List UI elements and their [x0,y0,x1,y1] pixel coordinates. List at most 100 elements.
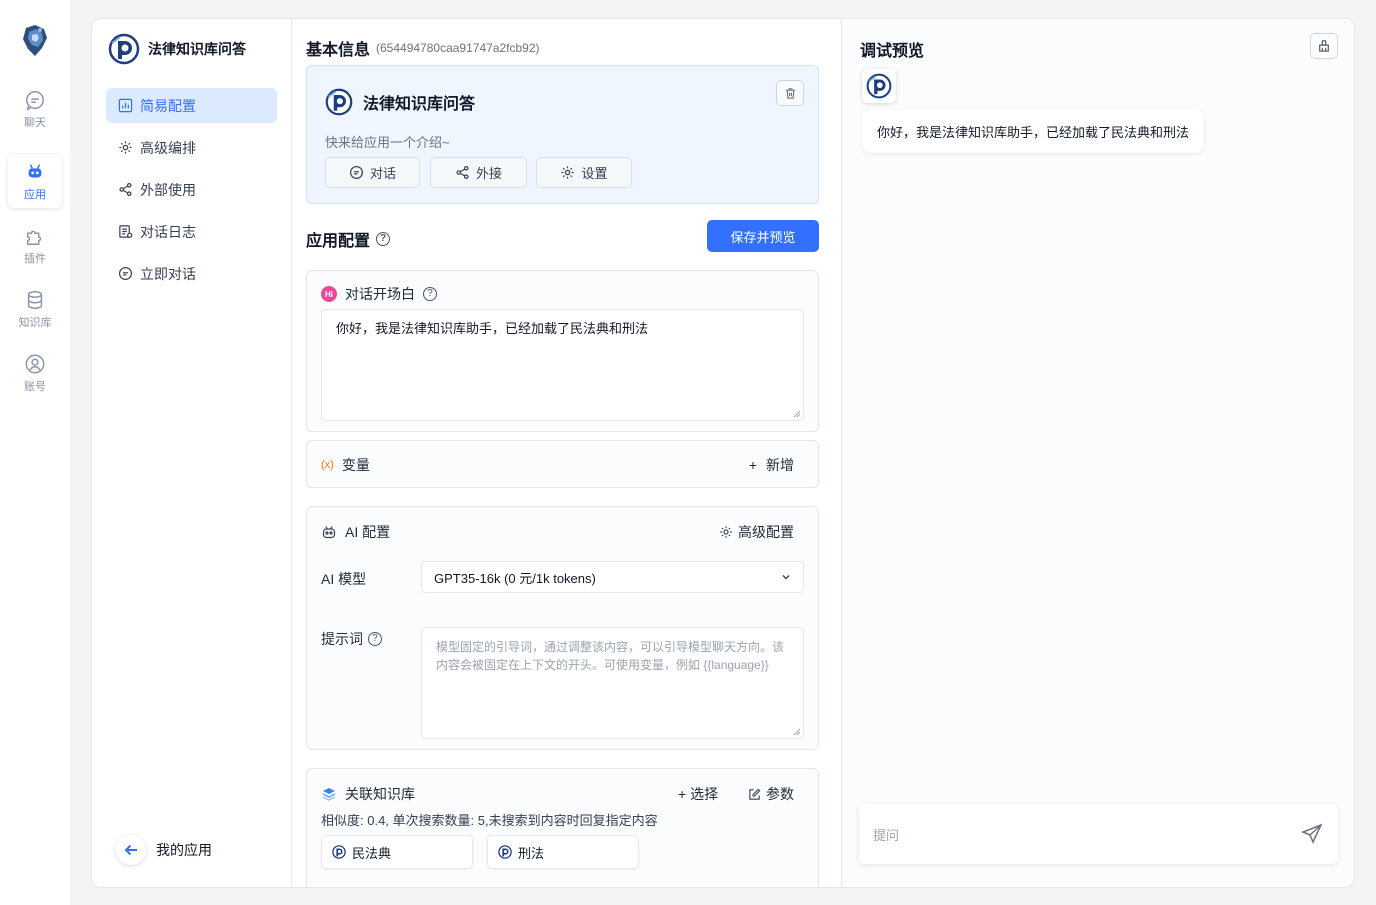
puzzle-icon [26,230,42,245]
advanced-config-button[interactable]: 高级配置 [719,522,794,542]
chat-button[interactable]: 对话 [325,157,420,188]
help-icon[interactable]: ? [376,232,391,246]
rail-item-knowledge[interactable]: 知识库 [8,282,62,336]
settings-button-label: 设置 [581,166,608,181]
nav-label: 高级编排 [140,139,196,156]
left-rail: 聊天 应用 插件 知识库 账号 [0,0,70,905]
welcome-header: Hi 对话开场白 ? [321,284,437,304]
advanced-config-label: 高级配置 [738,524,794,540]
send-icon[interactable] [1300,822,1324,846]
chat-icon [118,266,133,281]
add-variable-button[interactable]: + 新增 [749,455,794,475]
external-button-label: 外接 [475,166,502,181]
rail-item-apps[interactable]: 应用 [8,154,62,208]
select-kb-label: + 选择 [678,786,719,802]
basic-info-heading: 基本信息 (654494780caa91747a2fcb92) [306,36,540,60]
clear-chat-button[interactable] [1310,33,1338,59]
share-icon [456,165,469,180]
ai-model-select[interactable]: GPT35-16k (0 元/1k tokens) [421,561,804,593]
kb-chip-label: 刑法 [518,845,545,861]
nav-item-advanced-flow[interactable]: 高级编排 [106,130,277,165]
chat-icon [349,165,364,180]
edit-icon [749,788,761,800]
help-icon[interactable]: ? [368,632,382,646]
nav-item-chat-now[interactable]: 立即对话 [106,256,277,291]
nav-label: 简易配置 [140,97,196,114]
chat-input-placeholder: 提问 [873,827,900,843]
add-variable-label: 新增 [766,457,794,473]
resize-grip-icon[interactable] [793,728,801,736]
rail-label-chat: 聊天 [24,116,46,129]
prompt-placeholder: 模型固定的引导词，通过调整该内容，可以引导模型聊天方向。该内容会被固定在上下文的… [436,640,785,672]
preview-title: 调试预览 [860,43,925,60]
app-avatar-icon [325,88,353,116]
app-intro: 快来给应用一个介绍~ [325,135,450,150]
knowledge-base-panel: 关联知识库 + 选择 参数 相似度: 0.4, 单次搜索数量: 5,未搜索到内容… [306,768,819,887]
welcome-panel: Hi 对话开场白 ? 你好，我是法律知识库助手，已经加载了民法典和刑法 [306,270,819,432]
nav-label: 对话日志 [140,223,196,240]
nav-item-chat-logs[interactable]: 对话日志 [106,214,277,249]
resize-grip-icon[interactable] [793,410,801,418]
log-icon [119,225,133,238]
main-card: 法律知识库问答 简易配置 高级编排 外部使用 对话日志 立即对话 我的应用 基本… [91,18,1355,888]
welcome-label: 对话开场白 [345,286,415,302]
chevron-down-icon [782,575,790,580]
prompt-label-text: 提示词 [321,631,363,647]
prompt-label: 提示词 ? [321,629,382,649]
welcome-textarea[interactable]: 你好，我是法律知识库助手，已经加载了民法典和刑法 [321,309,804,421]
kb-chip-civil-code[interactable]: 民法典 [321,835,473,869]
kb-params-button[interactable]: 参数 [748,784,794,804]
rail-label-knowledge: 知识库 [18,316,52,329]
kb-avatar-icon [332,845,346,859]
plus-icon: + [748,457,757,473]
app-name: 法律知识库问答 [363,96,476,113]
ai-model-value: GPT35-16k (0 元/1k tokens) [434,570,596,586]
robot-icon [322,526,336,539]
nav-item-external-use[interactable]: 外部使用 [106,172,277,207]
settings-button[interactable]: 设置 [536,157,632,188]
ai-model-label-text: AI 模型 [321,571,367,587]
variables-header: (x) 变量 [321,455,370,475]
hi-badge-icon: Hi [321,286,337,302]
external-button[interactable]: 外接 [430,157,527,188]
rail-label-account: 账号 [24,380,46,393]
kb-chip-criminal-law[interactable]: 刑法 [487,835,639,869]
variables-label: 变量 [341,457,370,473]
nav-item-simple-config[interactable]: 简易配置 [106,88,277,123]
gear-icon [720,526,732,538]
prompt-textarea[interactable]: 模型固定的引导词，通过调整该内容，可以引导模型聊天方向。该内容会被固定在上下文的… [421,627,804,739]
app-title: 法律知识库问答 [148,41,246,57]
app-id: (654494780caa91747a2fcb92) [376,41,540,55]
save-and-preview-button[interactable]: 保存并预览 [707,220,819,252]
ai-config-panel: AI 配置 高级配置 AI 模型 GPT35-16k (0 元/1k token… [306,506,819,750]
back-label: 我的应用 [156,842,212,858]
rail-item-plugins[interactable]: 插件 [8,218,62,272]
chat-button-label: 对话 [369,166,396,181]
help-icon[interactable]: ? [423,287,437,301]
ai-config-label: AI 配置 [345,524,391,540]
brand-logo [23,25,47,56]
select-kb-button[interactable]: + 选择 [678,784,718,804]
app-subnav: 法律知识库问答 简易配置 高级编排 外部使用 对话日志 立即对话 我的应用 [92,19,292,887]
chat-icon [26,90,44,110]
knowledge-base-label: 关联知识库 [345,786,415,802]
debug-preview: 调试预览 你好，我是法律知识库助手，已经加载了民法典和刑法 提问 [842,19,1354,887]
basic-info-card: 法律知识库问答 快来给应用一个介绍~ 对话 外接 设置 [306,65,819,204]
app-avatar-icon [108,33,140,65]
delete-app-button[interactable] [776,80,804,106]
rail-item-account[interactable]: 账号 [8,346,62,400]
chat-input-box[interactable]: 提问 [859,804,1338,864]
bot-avatar-icon [866,73,892,99]
nav-label: 立即对话 [140,265,196,282]
user-icon [25,354,45,373]
nav-label: 外部使用 [140,181,196,198]
back-to-my-apps[interactable]: 我的应用 [116,835,212,865]
config-column: 基本信息 (654494780caa91747a2fcb92) 法律知识库问答 … [292,19,842,887]
database-icon [27,290,43,309]
app-header: 法律知识库问答 [108,33,246,65]
rail-item-chat[interactable]: 聊天 [8,82,62,136]
app-config-title: 应用配置 [306,233,371,250]
knowledge-base-header: 关联知识库 [321,784,415,804]
rail-label-plugins: 插件 [24,252,46,265]
kb-chip-label: 民法典 [352,845,392,861]
